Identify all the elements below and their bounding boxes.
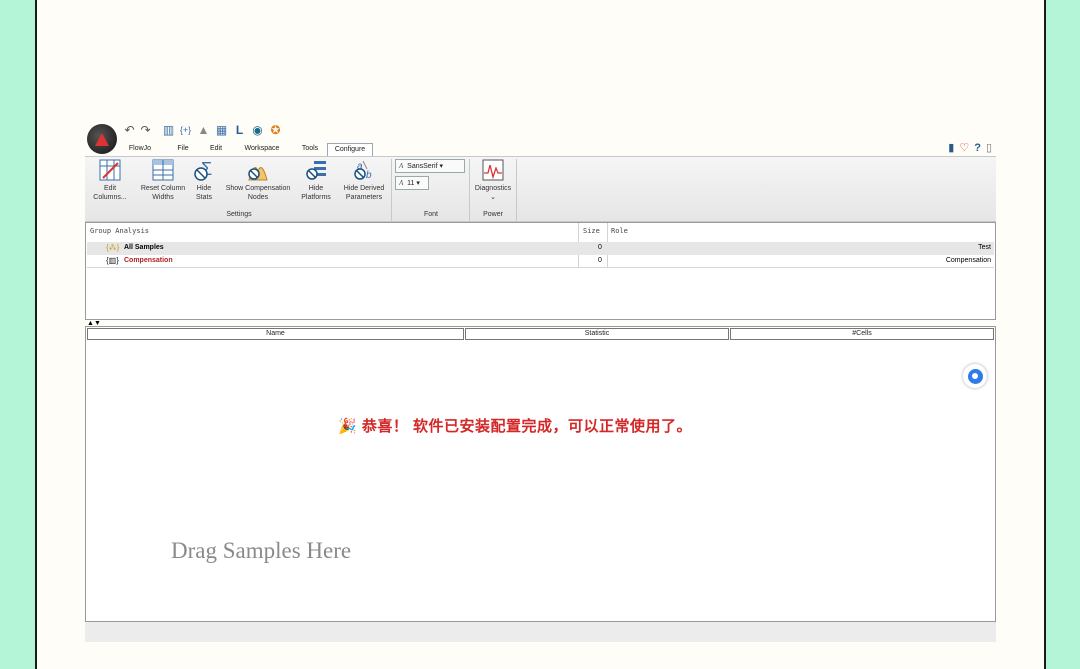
diagnostics-icon [482, 159, 504, 181]
edit-columns-button[interactable]: Edit Columns... [90, 159, 130, 202]
compensation-icon [247, 159, 269, 181]
tab-file[interactable]: File [165, 143, 201, 156]
cells-column-header[interactable]: #Cells [730, 328, 994, 340]
show-compensation-nodes-button[interactable]: Show Compensation Nodes [223, 159, 293, 202]
chat-bubble-icon[interactable] [963, 364, 987, 388]
reset-column-widths-button[interactable]: Reset Column Widths [137, 159, 189, 202]
success-message: 🎉 恭喜！ 软件已安装配置完成，可以正常使用了。 [338, 418, 693, 435]
layout-icon[interactable]: ▥ [162, 124, 175, 137]
redo-icon[interactable]: ↷ [139, 124, 152, 137]
drag-samples-hint: Drag Samples Here [171, 538, 352, 563]
group-icon: {⁂} [106, 243, 120, 252]
ribbon-separator [516, 159, 517, 221]
font-group-label: Font [423, 211, 438, 218]
font-size-select[interactable]: A 11 ▾ [395, 176, 429, 190]
tab-edit[interactable]: Edit [201, 143, 231, 156]
settings-group-label: Settings [226, 211, 252, 218]
diagnostics-button[interactable]: Diagnostics ⌄ [473, 159, 513, 202]
hide-derived-parameters-button[interactable]: ab Hide Derived Parameters [341, 159, 387, 202]
group-row-compensation[interactable]: {▥} Compensation 0 Compensation [87, 255, 994, 268]
flowjo-logo-icon[interactable] [87, 124, 117, 154]
document-icon[interactable]: ▯ [986, 142, 992, 155]
plugin-icon[interactable]: ✪ [269, 124, 282, 137]
role-header: Role [611, 227, 628, 235]
name-column-header[interactable]: Name [87, 328, 464, 340]
samples-pane[interactable]: Name Statistic #Cells 🎉 恭喜！ 软件已安装配置完成，可以… [85, 326, 996, 622]
hide-stats-button[interactable]: Σ Hide Stats [189, 159, 219, 202]
histogram-icon[interactable]: ▲ [197, 124, 210, 137]
layout-editor-icon[interactable]: L [233, 124, 246, 137]
table-icon[interactable]: ▦ [215, 124, 228, 137]
derived-parameters-icon: ab [353, 159, 375, 181]
tab-tools[interactable]: Tools [293, 143, 327, 156]
hide-platforms-button[interactable]: Hide Platforms [299, 159, 333, 202]
tab-flowjo[interactable]: FlowJo [115, 143, 165, 156]
status-bar [85, 622, 996, 642]
tab-configure[interactable]: Configure [327, 143, 373, 156]
tab-workspace[interactable]: Workspace [231, 143, 293, 156]
menu-tabs: FlowJo File Edit Workspace Tools Configu… [115, 143, 373, 156]
right-toolbar: ▮ ♡ ? ▯ [948, 142, 992, 155]
quick-access-toolbar: ↶ ↷ ▥ {+} ▲ ▦ L ◉ ✪ [85, 120, 996, 154]
ribbon: Edit Columns... Reset Column Widths Σ Hi… [85, 156, 996, 222]
font-icon: A [399, 162, 404, 170]
party-popper-icon: 🎉 [338, 418, 358, 435]
chevron-down-icon: ⌄ [490, 194, 496, 201]
bookmark-icon[interactable]: ▮ [948, 142, 954, 155]
power-group-label: Power [483, 211, 503, 218]
group-row-all-samples[interactable]: {⁂} All Samples 0 Test [87, 242, 994, 255]
heart-icon[interactable]: ♡ [959, 142, 969, 155]
undo-icon[interactable]: ↶ [123, 124, 136, 137]
edit-columns-icon [99, 159, 121, 181]
reset-columns-icon [152, 159, 174, 181]
platforms-icon [305, 159, 327, 181]
equation-icon[interactable]: {+} [179, 124, 192, 137]
svg-text:b: b [366, 170, 372, 181]
target-icon[interactable]: ◉ [251, 124, 264, 137]
help-icon[interactable]: ? [974, 142, 981, 155]
font-size-icon: A [399, 179, 404, 187]
flowjo-window: ↶ ↷ ▥ {+} ▲ ▦ L ◉ ✪ FlowJo File Edit Wor… [85, 120, 996, 642]
size-header: Size [583, 227, 600, 235]
compensation-group-icon: {▥} [106, 256, 119, 265]
statistic-column-header[interactable]: Statistic [465, 328, 729, 340]
font-name-select[interactable]: A SansSerif ▾ [395, 159, 465, 173]
group-analysis-pane: Group Analysis Size Role {⁂} All Samples… [85, 222, 996, 320]
sigma-icon: Σ [193, 159, 215, 181]
group-analysis-header: Group Analysis [90, 227, 150, 235]
